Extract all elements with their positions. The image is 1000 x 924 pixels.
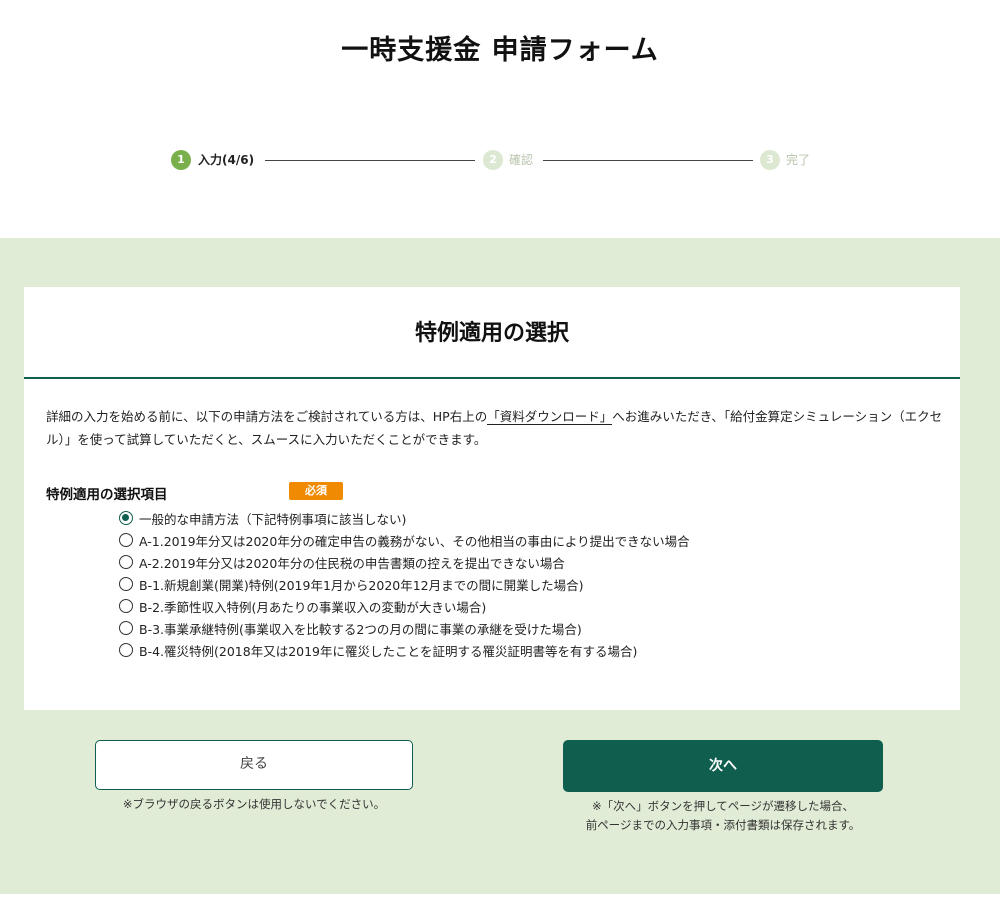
progress-stepper: 1 入力(4/6) 2 確認 3 完了	[0, 150, 1000, 174]
radio-button[interactable]	[119, 555, 133, 569]
form-card: 特例適用の選択 詳細の入力を始める前に、以下の申請方法をご検討されている方は、H…	[24, 287, 960, 710]
radio-option-b1[interactable]: B-1.新規創業(開業)特例(2019年1月から2020年12月までの間に開業し…	[119, 573, 690, 595]
step-1-label: 入力(4/6)	[198, 153, 255, 167]
next-note-line-2: 前ページまでの入力事項・添付書類は保存されます。	[585, 818, 861, 832]
back-note: ※ブラウザの戻るボタンは使用しないでください。	[122, 797, 386, 811]
radio-option-b3[interactable]: B-3.事業承継特例(事業収入を比較する2つの月の間に事業の承継を受けた場合)	[119, 617, 690, 639]
step-connector-1	[265, 160, 475, 161]
radio-button[interactable]	[119, 577, 133, 591]
card-title: 特例適用の選択	[414, 321, 569, 346]
document-download-link[interactable]: 「資料ダウンロード」	[487, 409, 613, 425]
radio-button[interactable]	[119, 621, 133, 635]
radio-option-label: B-3.事業承継特例(事業収入を比較する2つの月の間に事業の承継を受けた場合)	[139, 621, 582, 637]
special-case-field-label: 特例適用の選択項目	[46, 487, 168, 503]
next-button[interactable]: 次へ	[563, 740, 883, 792]
radio-option-label: B-4.罹災特例(2018年又は2019年に罹災したことを証明する罹災証明書等を…	[139, 643, 638, 659]
step-3-indicator: 3	[760, 150, 780, 170]
page-title: 一時支援金 申請フォーム	[341, 35, 659, 66]
radio-option-b4[interactable]: B-4.罹災特例(2018年又は2019年に罹災したことを証明する罹災証明書等を…	[119, 639, 690, 661]
title-divider	[24, 377, 960, 379]
special-case-radio-group: 一般的な申請方法（下記特例事項に該当しない) A-1.2019年分又は2020年…	[119, 507, 690, 661]
radio-option-label: 一般的な申請方法（下記特例事項に該当しない)	[139, 511, 407, 527]
radio-button[interactable]	[119, 643, 133, 657]
radio-option-label: A-2.2019年分又は2020年分の住民税の申告書類の控えを提出できない場合	[139, 555, 565, 571]
intro-text-part1: 詳細の入力を始める前に、以下の申請方法をご検討されている方は、HP右上の	[46, 409, 488, 424]
step-connector-2	[543, 160, 753, 161]
step-2-label: 確認	[509, 153, 534, 167]
next-note: ※「次へ」ボタンを押してページが遷移した場合、 前ページまでの入力事項・添付書類…	[523, 797, 923, 835]
radio-button[interactable]	[119, 599, 133, 613]
radio-option-general[interactable]: 一般的な申請方法（下記特例事項に該当しない)	[119, 507, 690, 529]
radio-option-label: B-2.季節性収入特例(月あたりの事業収入の変動が大きい場合)	[139, 599, 487, 615]
radio-option-label: A-1.2019年分又は2020年分の確定申告の義務がない、その他相当の事由によ…	[139, 533, 690, 549]
intro-text: 詳細の入力を始める前に、以下の申請方法をご検討されている方は、HP右上の「資料ダ…	[46, 405, 946, 451]
step-3-label: 完了	[786, 153, 811, 167]
required-badge: 必須	[289, 482, 343, 500]
back-button[interactable]: 戻る	[95, 740, 413, 790]
next-note-line-1: ※「次へ」ボタンを押してページが遷移した場合、	[591, 799, 855, 813]
radio-option-label: B-1.新規創業(開業)特例(2019年1月から2020年12月までの間に開業し…	[139, 577, 584, 593]
radio-option-a1[interactable]: A-1.2019年分又は2020年分の確定申告の義務がない、その他相当の事由によ…	[119, 529, 690, 551]
step-2-indicator: 2	[483, 150, 503, 170]
radio-option-a2[interactable]: A-2.2019年分又は2020年分の住民税の申告書類の控えを提出できない場合	[119, 551, 690, 573]
step-1-indicator: 1	[171, 150, 191, 170]
radio-button-checked[interactable]	[119, 511, 133, 525]
radio-button[interactable]	[119, 533, 133, 547]
radio-option-b2[interactable]: B-2.季節性収入特例(月あたりの事業収入の変動が大きい場合)	[119, 595, 690, 617]
